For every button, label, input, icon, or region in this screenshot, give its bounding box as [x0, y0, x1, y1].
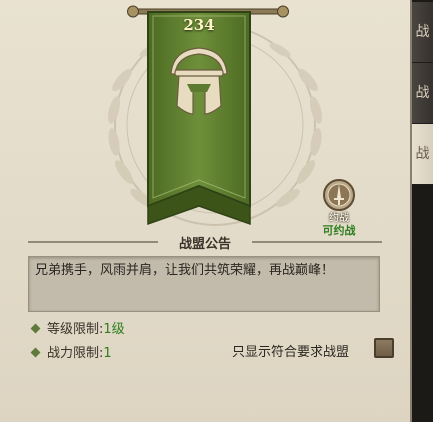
filter-label: 只显示符合要求战盟 — [232, 345, 350, 360]
power-limit-value: 1 — [103, 346, 112, 361]
bullet-icon — [30, 347, 41, 358]
spartan-helmet-icon — [170, 47, 228, 115]
filter-checkbox[interactable] — [374, 338, 394, 358]
notice-text: 兄弟携手，风雨并肩，让我们共筑荣耀，再战巅峰！ — [28, 256, 380, 312]
level-limit-label: 等级限制: — [47, 322, 104, 337]
side-tab-2[interactable]: 战 — [412, 63, 433, 124]
level-limit-value: 1级 — [103, 322, 125, 337]
level-limit-row: 等级限制:1级 — [30, 318, 125, 337]
crossed-swords-icon — [323, 179, 355, 211]
side-tabs: 战 战 战 — [412, 0, 433, 422]
power-limit-row: 战力限制:1 — [30, 342, 112, 361]
side-tab-1[interactable]: 战 — [412, 2, 433, 63]
side-tab-3[interactable]: 战 — [412, 124, 433, 185]
guild-info-panel: 234 约战 可约战 战盟公告 兄弟携手，风雨并肩，让我们共筑荣耀，再战巅峰！ … — [0, 0, 412, 422]
war-challenge-button[interactable]: 约战 可约战 — [317, 178, 361, 237]
notice-title: 战盟公告 — [178, 237, 231, 252]
guild-level: 234 — [183, 16, 215, 34]
guild-banner — [147, 11, 251, 226]
power-limit-label: 战力限制: — [47, 346, 104, 361]
bullet-icon — [30, 323, 41, 334]
